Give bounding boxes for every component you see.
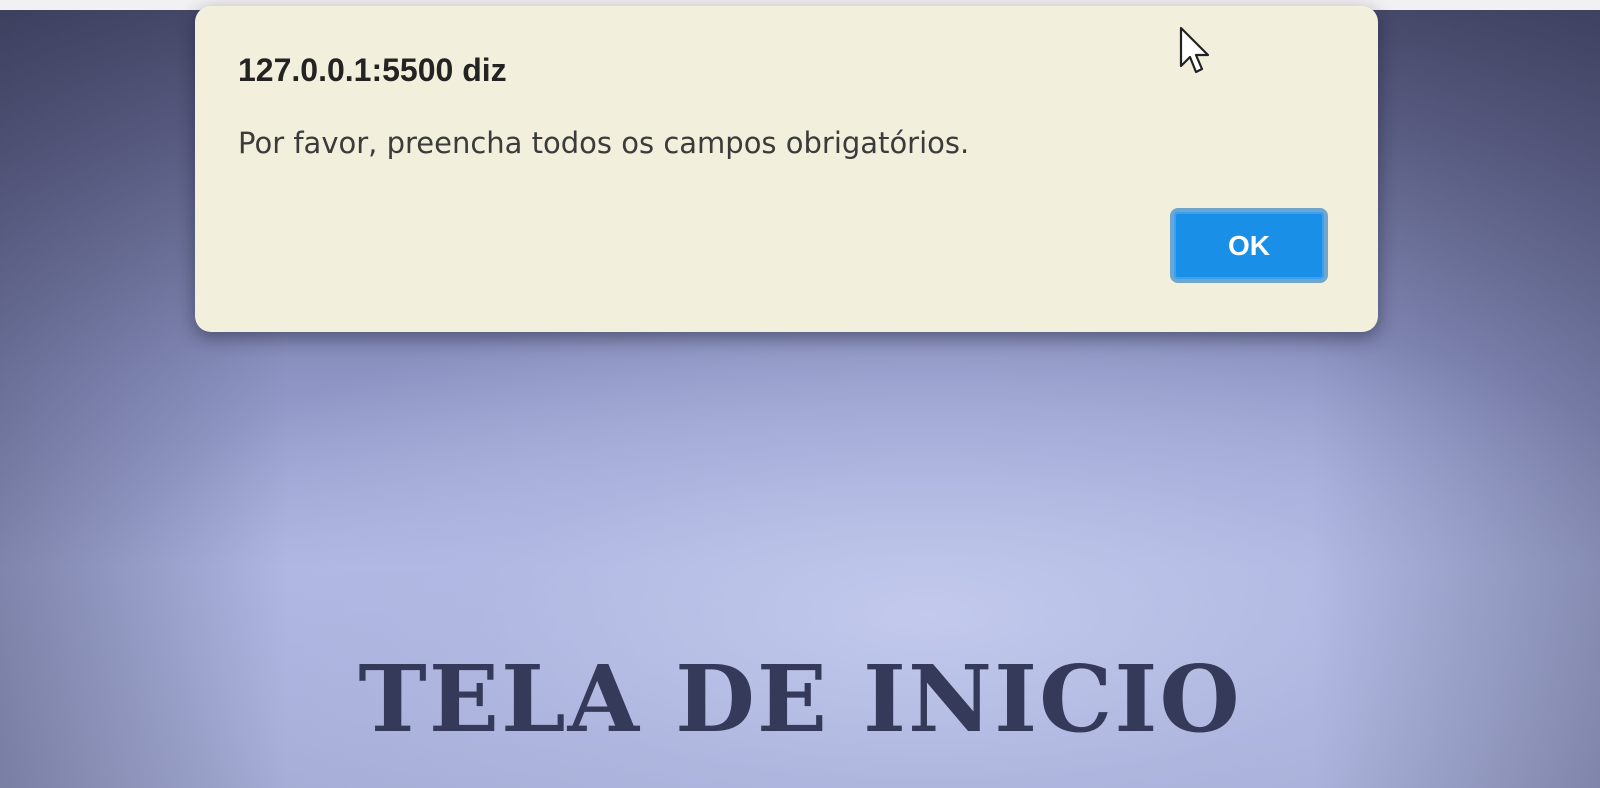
mouse-pointer-icon	[1179, 26, 1210, 74]
alert-title: 127.0.0.1:5500 diz	[238, 52, 507, 88]
alert-message: Por favor, preencha todos os campos obri…	[238, 126, 970, 160]
ok-button[interactable]: OK	[1170, 208, 1328, 283]
page-title: TELA DE INICIO	[358, 645, 1242, 753]
